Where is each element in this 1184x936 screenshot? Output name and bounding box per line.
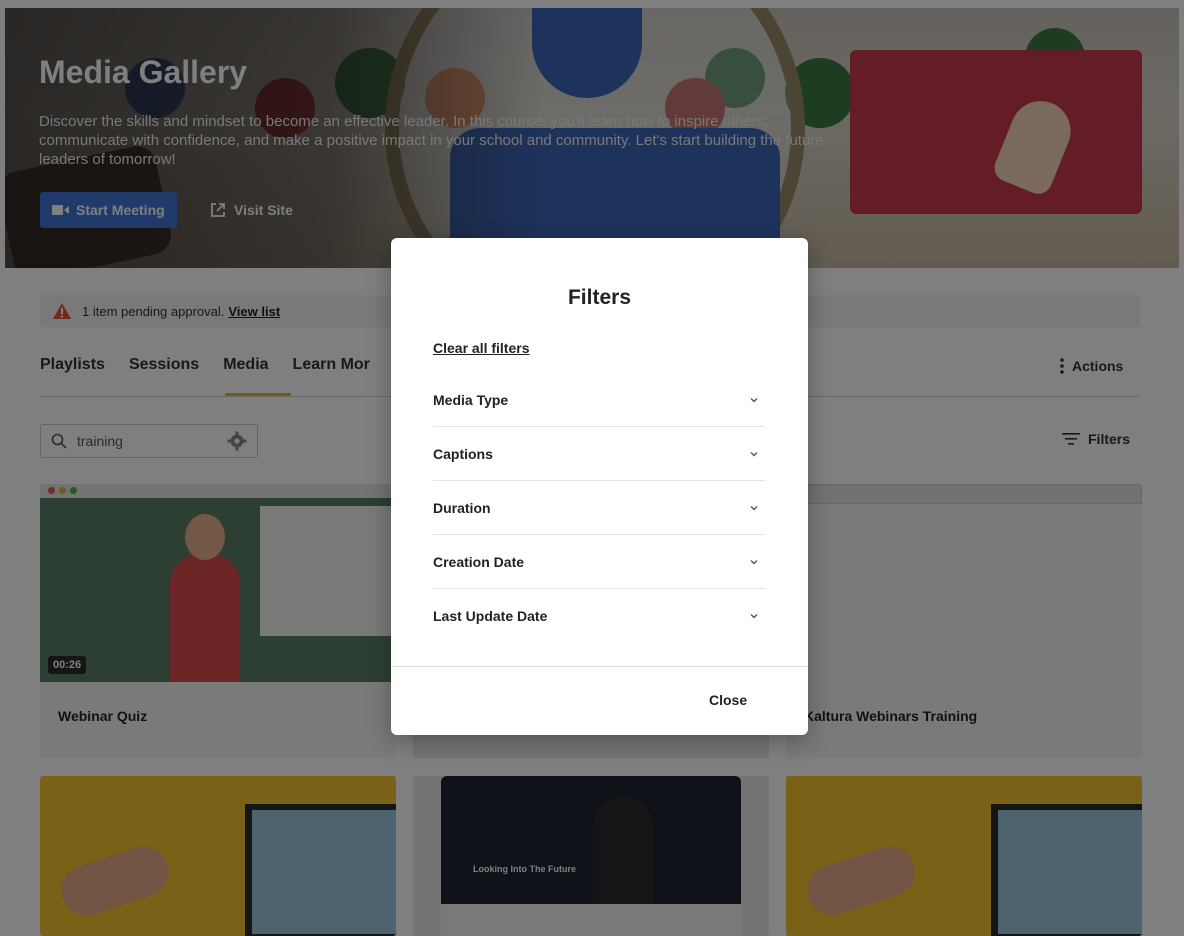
- filter-label: Media Type: [433, 391, 509, 408]
- chevron-down-icon: [750, 614, 758, 619]
- filter-label: Creation Date: [433, 553, 525, 570]
- filter-last-update-date[interactable]: Last Update Date: [433, 589, 765, 643]
- filter-media-type[interactable]: Media Type: [433, 373, 765, 427]
- clear-all-filters-link[interactable]: Clear all filters: [433, 340, 530, 356]
- filters-dialog: Filters Clear all filters Media Type Cap…: [391, 238, 808, 735]
- filter-duration[interactable]: Duration: [433, 481, 765, 535]
- filter-label: Duration: [433, 499, 491, 516]
- page: Media Gallery Discover the skills and mi…: [0, 0, 1184, 936]
- filter-creation-date[interactable]: Creation Date: [433, 535, 765, 589]
- close-button[interactable]: Close: [709, 692, 747, 708]
- dialog-title: Filters: [567, 286, 632, 309]
- filter-captions[interactable]: Captions: [433, 427, 765, 481]
- chevron-down-icon: [750, 505, 758, 510]
- chevron-down-icon: [750, 397, 758, 402]
- filter-label: Last Update Date: [433, 608, 548, 624]
- dialog-footer-divider: [391, 666, 808, 667]
- filter-list: Media Type Captions Duration Creation Da…: [433, 373, 765, 643]
- chevron-down-icon: [750, 559, 758, 564]
- filter-label: Captions: [433, 445, 493, 462]
- chevron-down-icon: [750, 451, 758, 456]
